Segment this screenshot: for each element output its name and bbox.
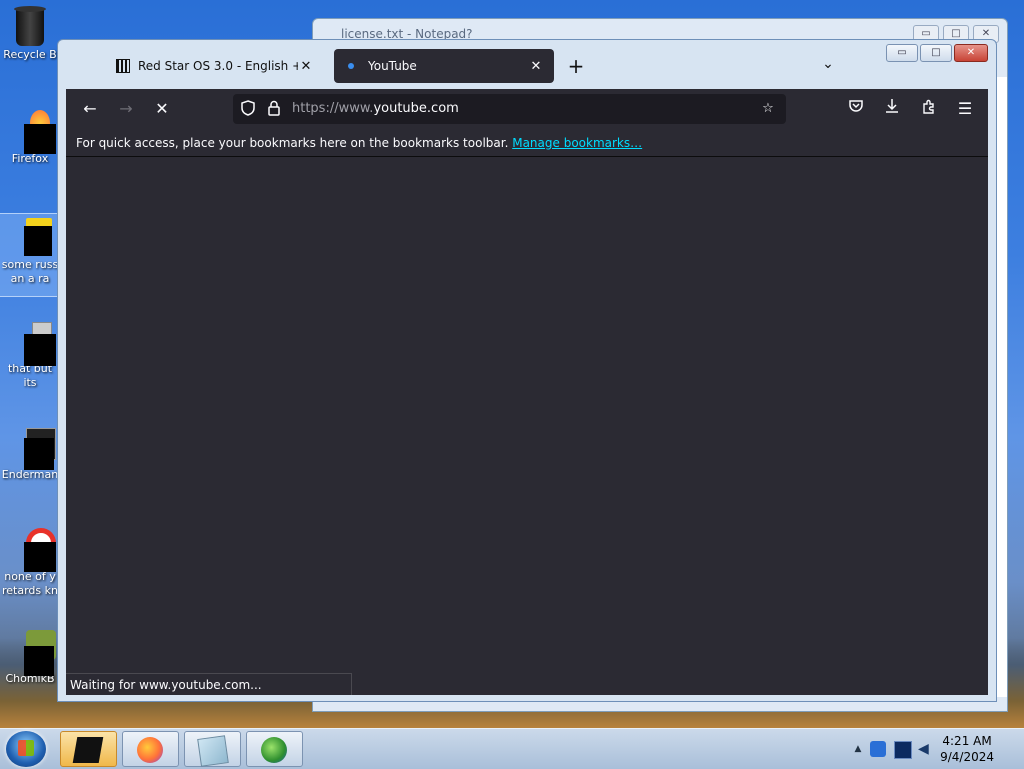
desktop-icon-label: Enderman (1, 468, 59, 481)
tab-red-star-os[interactable]: Red Star OS 3.0 - English + No S ✕ (106, 49, 324, 83)
url-bar[interactable]: https://www.youtube.com ☆ (233, 94, 786, 124)
lock-icon[interactable] (265, 100, 283, 118)
desktop-icon-none-of-y[interactable]: none of y retards kn (0, 528, 60, 598)
hamster-icon (10, 630, 56, 676)
start-button[interactable] (6, 731, 46, 767)
extensions-icon[interactable] (917, 97, 941, 121)
taskbar-app-download-manager[interactable] (246, 731, 303, 767)
bookmarks-toolbar: For quick access, place your bookmarks h… (66, 129, 988, 157)
back-button[interactable]: ← (78, 97, 102, 121)
shield-icon[interactable] (239, 100, 257, 118)
browser-window[interactable]: Red Star OS 3.0 - English + No S ✕ YouTu… (57, 39, 997, 702)
windows-logo-icon (18, 740, 34, 756)
browser-titlebar[interactable]: Red Star OS 3.0 - English + No S ✕ YouTu… (58, 40, 996, 89)
desktop-icon-firefox[interactable]: Firefox (0, 110, 60, 166)
clock-time: 4:21 AM (942, 734, 992, 748)
stop-button[interactable]: ✕ (150, 97, 174, 121)
taskbar-app-notepad[interactable] (184, 731, 241, 767)
volume-icon[interactable]: ◀ (918, 741, 934, 757)
bookmark-star-icon[interactable]: ☆ (759, 100, 777, 118)
tab-close-icon[interactable]: ✕ (298, 59, 314, 74)
url-text[interactable]: https://www.youtube.com (292, 101, 459, 116)
close-button[interactable]: ✕ (954, 44, 988, 62)
taskbar-app-unknown[interactable] (60, 731, 117, 767)
browser-window-buttons: ▭ □ ✕ (886, 44, 988, 62)
downloads-icon[interactable] (880, 97, 904, 121)
menu-icon[interactable]: ☰ (953, 97, 977, 121)
opera-icon (10, 528, 56, 572)
clock-date: 9/4/2024 (940, 750, 994, 764)
browser-client-area: ← → ✕ https://www.youtube.com ☆ ☰ For qu… (66, 89, 988, 695)
show-hidden-icons-arrow[interactable]: ▲ (850, 741, 866, 757)
tab-youtube[interactable]: YouTube ✕ (334, 49, 554, 83)
globe-download-icon (261, 737, 287, 763)
list-all-tabs-button[interactable]: ⌄ (818, 56, 838, 72)
tab-close-icon[interactable]: ✕ (528, 59, 544, 74)
archive-org-icon (116, 59, 130, 73)
page-content[interactable]: Waiting for www.youtube.com... (66, 157, 988, 695)
black-app-icon (72, 737, 104, 763)
network-icon[interactable] (894, 741, 912, 759)
desktop-icon-label: Firefox (11, 152, 49, 165)
new-tab-button[interactable]: + (564, 54, 588, 78)
loading-indicator-icon (348, 63, 354, 69)
desktop-icon-label: Recycle B (3, 48, 57, 61)
files-icon (10, 320, 56, 366)
notepad-icon (197, 735, 229, 767)
tab-label: YouTube (368, 59, 417, 73)
recycle-bin-icon (10, 6, 50, 46)
url-host: youtube.com (373, 101, 459, 116)
desktop: Recycle B Firefox some russ an a ra that… (0, 0, 1024, 728)
status-panel: Waiting for www.youtube.com... (66, 673, 352, 695)
document-icon (10, 216, 52, 256)
manage-bookmarks-link[interactable]: Manage bookmarks… (512, 136, 642, 150)
desktop-icon-chomikb[interactable]: ChomikB (0, 630, 60, 686)
desktop-icon-label: some russ an a ra (1, 258, 59, 285)
maximize-button[interactable]: □ (920, 44, 952, 62)
firefox-icon (137, 737, 163, 763)
minimize-button[interactable]: ▭ (886, 44, 918, 62)
desktop-icon-enderman[interactable]: Enderman (0, 426, 60, 482)
desktop-icon-some-russ[interactable]: some russ an a ra (0, 213, 61, 297)
forward-button[interactable]: → (114, 97, 138, 121)
system-tray: ▲ ◀ 4:21 AM 9/4/2024 (844, 729, 1024, 769)
desktop-icon-that-but-its[interactable]: that but its (0, 320, 60, 390)
clock[interactable]: 4:21 AM 9/4/2024 (940, 733, 994, 765)
url-scheme: https://www. (292, 101, 374, 116)
firefox-icon (10, 110, 56, 154)
bookmarks-hint-text: For quick access, place your bookmarks h… (76, 136, 513, 150)
desktop-icon-label: that but its (7, 362, 53, 389)
shield-tray-icon[interactable] (870, 741, 886, 757)
taskbar: ▲ ◀ 4:21 AM 9/4/2024 (0, 728, 1024, 769)
taskbar-app-firefox[interactable] (122, 731, 179, 767)
tab-label: Red Star OS 3.0 - English + No S (138, 59, 298, 73)
desktop-icon-label: none of y retards kn (2, 570, 58, 597)
desktop-icon-recycle-bin[interactable]: Recycle B (0, 6, 60, 62)
pocket-icon[interactable] (844, 97, 868, 121)
nav-bar: ← → ✕ https://www.youtube.com ☆ ☰ (66, 89, 988, 129)
program-icon (10, 426, 56, 470)
